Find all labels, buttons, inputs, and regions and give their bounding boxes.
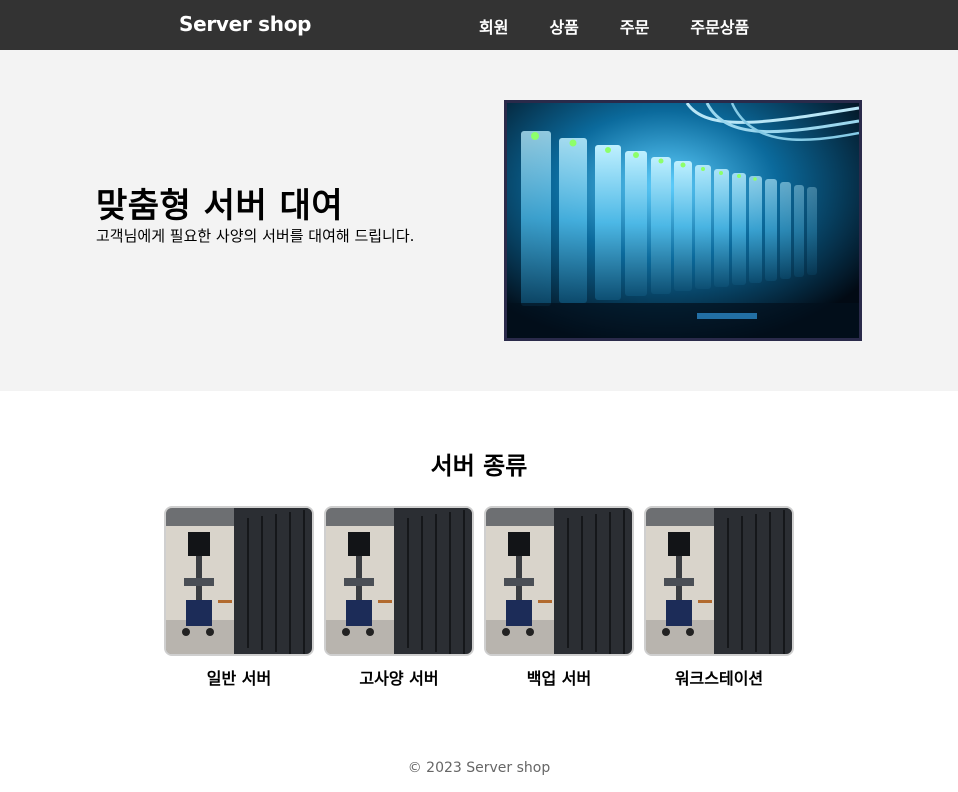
navbar: Server shop 회원 상품 주문 주문상품 <box>0 0 958 50</box>
server-card-backup[interactable]: 백업 서버 <box>484 506 634 689</box>
nav-link-order-items[interactable]: 주문상품 <box>690 14 749 38</box>
card-label: 워크스테이션 <box>674 669 764 688</box>
server-card-high-spec[interactable]: 고사양 서버 <box>324 506 474 689</box>
card-label: 백업 서버 <box>526 669 592 688</box>
datacenter-illustration <box>326 508 472 654</box>
server-type-cards: 일반 서버 고사양 서버 백업 서버 워크스테이션 <box>164 506 804 689</box>
footer-copyright: © 2023 Server shop <box>407 760 551 776</box>
footer: © 2023 Server shop <box>0 760 958 776</box>
card-label: 고사양 서버 <box>359 669 439 688</box>
nav-link-members[interactable]: 회원 <box>479 14 508 38</box>
hero-section: 맞춤형 서버 대여 고객님에게 필요한 사양의 서버를 대여해 드립니다. <box>0 50 958 391</box>
datacenter-illustration <box>166 508 312 654</box>
datacenter-illustration <box>486 508 632 654</box>
server-rack-image <box>504 100 862 341</box>
brand-logo-link[interactable]: Server shop <box>179 12 311 36</box>
datacenter-image <box>164 506 314 656</box>
datacenter-image <box>324 506 474 656</box>
nav-link-orders[interactable]: 주문 <box>620 14 649 38</box>
nav-links: 회원 상품 주문 주문상품 <box>479 14 790 38</box>
hero-subtitle: 고객님에게 필요한 사양의 서버를 대여해 드립니다. <box>96 227 415 245</box>
nav-link-products[interactable]: 상품 <box>549 14 578 38</box>
section-title: 서버 종류 <box>430 452 528 480</box>
datacenter-image <box>644 506 794 656</box>
card-label: 일반 서버 <box>206 669 272 688</box>
server-card-general[interactable]: 일반 서버 <box>164 506 314 689</box>
server-rack-illustration <box>507 103 859 338</box>
datacenter-illustration <box>646 508 792 654</box>
hero-title: 맞춤형 서버 대여 <box>96 186 344 226</box>
datacenter-image <box>484 506 634 656</box>
server-card-workstation[interactable]: 워크스테이션 <box>644 506 794 689</box>
